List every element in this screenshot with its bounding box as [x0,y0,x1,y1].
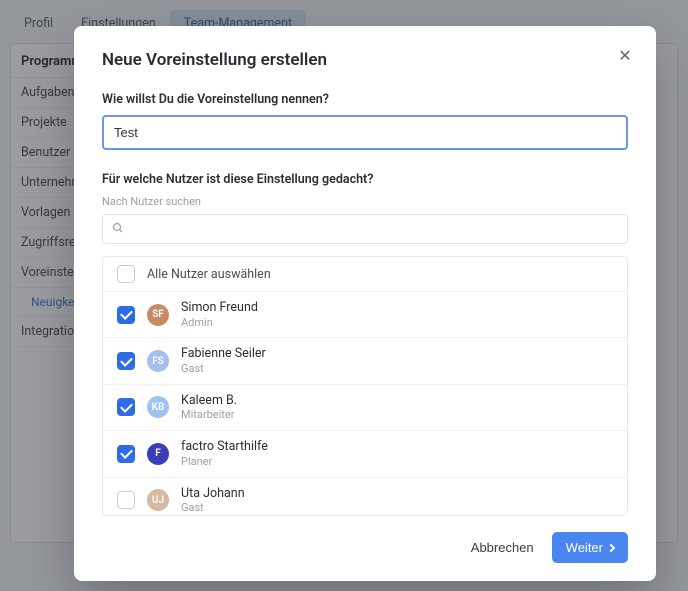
user-info: Fabienne SeilerGast [181,346,266,375]
create-preset-modal: Neue Voreinstellung erstellen ✕ Wie will… [74,26,656,581]
user-checkbox[interactable] [117,491,135,509]
select-all-checkbox[interactable] [117,265,135,283]
preset-name-label: Wie willst Du die Voreinstellung nennen? [102,92,628,107]
search-icon [112,222,124,237]
user-row[interactable]: SF Simon FreundAdmin [103,292,627,338]
user-name: Kaleem B. [181,393,237,409]
user-row[interactable]: FS Fabienne SeilerGast [103,338,627,384]
user-search-input[interactable] [102,214,628,244]
user-role: Gast [181,362,266,376]
user-info: Simon FreundAdmin [181,300,258,329]
close-button[interactable]: ✕ [616,48,634,66]
avatar: UJ [147,489,169,511]
user-row[interactable]: KB Kaleem B.Mitarbeiter [103,385,627,431]
user-role: Admin [181,316,258,330]
users-label: Für welche Nutzer ist diese Einstellung … [102,172,628,187]
user-checkbox[interactable] [117,398,135,416]
select-all-label: Alle Nutzer auswählen [147,267,271,282]
user-info: Kaleem B.Mitarbeiter [181,393,237,422]
avatar: FS [147,350,169,372]
chevron-right-icon [607,543,615,551]
close-icon: ✕ [618,48,631,65]
user-name: Uta Johann [181,486,245,502]
user-row[interactable]: UJ Uta JohannGast [103,478,627,517]
user-name: factro Starthilfe [181,439,268,455]
cancel-button[interactable]: Abbrechen [471,540,534,555]
avatar: KB [147,396,169,418]
user-info: Uta JohannGast [181,486,245,515]
user-role: Gast [181,501,245,515]
preset-name-input[interactable] [102,115,628,150]
modal-title: Neue Voreinstellung erstellen [102,50,628,70]
user-role: Mitarbeiter [181,408,237,422]
select-all-row[interactable]: Alle Nutzer auswählen [103,257,627,292]
next-button[interactable]: Weiter [552,532,628,563]
user-list: Alle Nutzer auswählen SF Simon FreundAdmi… [102,256,628,516]
avatar: F [147,443,169,465]
user-role: Planer [181,455,268,469]
user-info: factro StarthilfePlaner [181,439,268,468]
next-button-label: Weiter [566,540,603,555]
user-row[interactable]: Ffactro StarthilfePlaner [103,431,627,477]
user-name: Simon Freund [181,300,258,316]
search-sublabel: Nach Nutzer suchen [102,195,628,208]
user-checkbox[interactable] [117,306,135,324]
user-checkbox[interactable] [117,445,135,463]
user-name: Fabienne Seiler [181,346,266,362]
avatar: SF [147,304,169,326]
user-checkbox[interactable] [117,352,135,370]
